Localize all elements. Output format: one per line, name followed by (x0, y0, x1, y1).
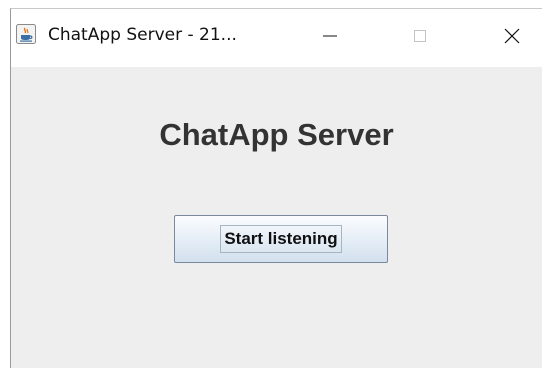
close-button[interactable] (495, 19, 529, 53)
minimize-icon (323, 35, 337, 37)
start-listening-button[interactable]: Start listening (174, 215, 388, 263)
page-title: ChatApp Server (159, 117, 394, 152)
start-listening-label: Start listening (220, 225, 342, 253)
java-cup-icon[interactable] (16, 24, 36, 44)
window-title: ChatApp Server - 21... (48, 25, 237, 45)
close-icon (504, 28, 520, 44)
title-bar[interactable]: ChatApp Server - 21... (11, 9, 542, 67)
maximize-button[interactable] (403, 19, 437, 53)
app-window: ChatApp Server - 21... ChatApp Server St… (10, 8, 542, 368)
maximize-icon (414, 30, 426, 42)
minimize-button[interactable] (313, 19, 347, 53)
